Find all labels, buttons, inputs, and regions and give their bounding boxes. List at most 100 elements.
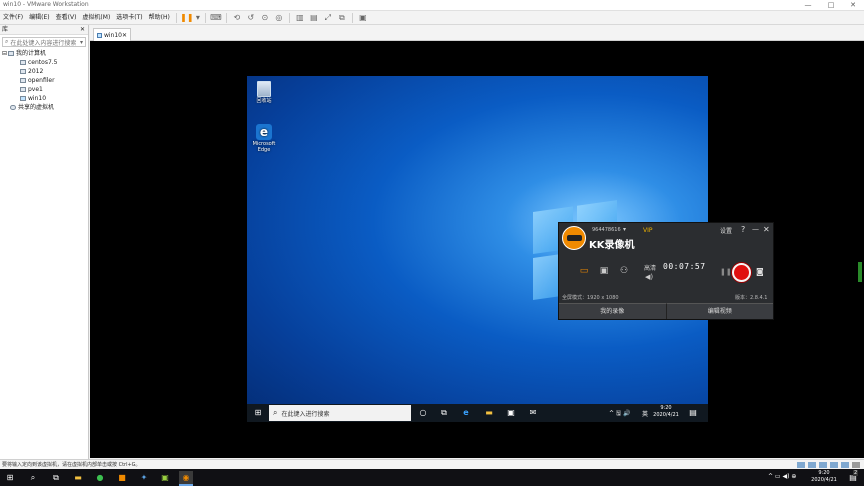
revert-snapshot-icon[interactable]: ↺: [245, 12, 257, 24]
kk-help-icon[interactable]: ?: [741, 225, 745, 234]
kk-recorder-taskbar-icon[interactable]: ◉: [179, 471, 193, 484]
display-icon[interactable]: [852, 462, 860, 468]
game-mode-icon[interactable]: ⚇: [617, 265, 631, 277]
tree-label: win10: [28, 95, 47, 102]
menu-tabs[interactable]: 选项卡(T): [113, 11, 145, 25]
task-view-icon[interactable]: ⧉: [438, 407, 450, 419]
kk-close-icon[interactable]: ✕: [763, 225, 770, 234]
tree-vm-pve1[interactable]: pve1: [2, 85, 88, 94]
vm-icon: [20, 69, 26, 74]
desktop-icon-edge[interactable]: e Microsoft Edge: [249, 124, 279, 153]
sound-icon[interactable]: [841, 462, 849, 468]
chevron-down-icon[interactable]: ▾: [195, 12, 201, 24]
edit-video-button[interactable]: 编辑视频: [666, 303, 773, 319]
window-mode-icon[interactable]: ▣: [597, 265, 611, 277]
host-clock[interactable]: 9:20 2020/4/21: [806, 470, 842, 484]
toolbar-separator: [175, 12, 177, 23]
toolbar-separator: [225, 12, 227, 23]
guest-search-box[interactable]: ⌕ 在此键入进行搜索: [269, 405, 411, 421]
kk-fullscreen-mode-info: 全屏模式：1920 x 1080: [562, 295, 619, 301]
desktop-icon-recycle-bin[interactable]: 回收站: [249, 81, 279, 104]
thumbnail-bar-icon[interactable]: ▤: [308, 12, 320, 24]
toolbar-separator: [288, 12, 290, 23]
close-library-icon[interactable]: ✕: [80, 25, 85, 35]
kk-quality[interactable]: 高清: [644, 263, 656, 272]
library-search-placeholder: 在此处键入内容进行搜索: [10, 39, 77, 47]
search-icon[interactable]: ⌕: [26, 471, 40, 484]
library-title: 库: [2, 26, 9, 33]
library-search-input[interactable]: ⌕ 在此处键入内容进行搜索 ▾: [2, 37, 86, 47]
tree-vm-openfiler[interactable]: openfiler: [2, 76, 88, 85]
record-stop-button[interactable]: [732, 263, 751, 282]
file-explorer-icon[interactable]: ▬: [483, 407, 495, 419]
input-language[interactable]: 英: [642, 409, 648, 418]
kk-minimize-icon[interactable]: —: [752, 225, 759, 233]
library-header: 库 ✕: [0, 25, 88, 35]
vm-icon: [20, 60, 26, 65]
kk-settings-link[interactable]: 设置: [720, 226, 732, 235]
cd-icon[interactable]: [808, 462, 816, 468]
fullscreen-mode-icon[interactable]: ▭: [577, 265, 591, 277]
minimize-button[interactable]: —: [797, 0, 819, 11]
side-handle[interactable]: [858, 262, 862, 282]
tree-my-computer[interactable]: ⊟ 我的计算机: [2, 49, 88, 58]
unity-icon[interactable]: ⧉: [336, 12, 348, 24]
kk-recorder-window: 964478616 ▾ VIP 设置 ? — ✕ KK录像机 ▭ ▣ ⚇ 高清 …: [558, 222, 774, 320]
tree-vm-win10[interactable]: win10: [2, 94, 88, 103]
tree-label: 共享的虚拟机: [18, 104, 55, 111]
app-icon-2[interactable]: ✦: [137, 471, 151, 484]
my-recordings-button[interactable]: 我的录像: [559, 303, 667, 319]
file-explorer-icon[interactable]: ▬: [71, 471, 85, 484]
kk-account[interactable]: 964478616: [592, 227, 621, 233]
console-view-icon[interactable]: ▣: [357, 12, 369, 24]
search-icon: ⌕: [273, 408, 278, 417]
snapshot-manager-icon[interactable]: ⊙: [259, 12, 271, 24]
speaker-icon[interactable]: ◀): [645, 273, 653, 281]
snapshot-icon[interactable]: ⟲: [231, 12, 243, 24]
mail-icon[interactable]: ✉: [527, 407, 539, 419]
tree-label: pve1: [28, 86, 43, 93]
network-icon[interactable]: [819, 462, 827, 468]
guest-taskbar: ⊞ ⌕ 在此键入进行搜索 ○ ⧉ e ▬ ▣ ✉ ^ 🖫 🔊 英 9:20 20…: [247, 404, 708, 422]
tree-vm-centos[interactable]: centos7.5: [2, 58, 88, 67]
menu-file[interactable]: 文件(F): [0, 11, 26, 25]
guest-clock[interactable]: 9:20 2020/4/21: [651, 405, 681, 419]
hdd-icon[interactable]: [797, 462, 805, 468]
store-icon[interactable]: ▣: [505, 407, 517, 419]
edge-taskbar-icon[interactable]: e: [460, 407, 472, 419]
app-icon[interactable]: ■: [115, 471, 129, 484]
notification-icon[interactable]: ▤: [687, 407, 699, 419]
tab-win10[interactable]: win10 ✕: [93, 28, 131, 41]
menu-help[interactable]: 帮助(H): [146, 11, 173, 25]
tree-label: 我的计算机: [16, 50, 47, 57]
kk-brand-title: KK录像机: [589, 240, 635, 251]
tree-vm-2012[interactable]: 2012: [2, 67, 88, 76]
kk-vip-badge[interactable]: VIP: [643, 227, 653, 234]
tree-shared-vms[interactable]: 共享的虚拟机: [2, 103, 88, 112]
maximize-button[interactable]: □: [820, 0, 842, 11]
close-tab-icon[interactable]: ✕: [122, 32, 127, 39]
full-screen-icon[interactable]: ⤢: [322, 12, 334, 24]
browser-icon[interactable]: ●: [93, 471, 107, 484]
send-keys-icon[interactable]: ⌨: [210, 12, 222, 24]
kk-logo-icon: [562, 226, 586, 250]
menu-edit[interactable]: 编辑(E): [26, 11, 52, 25]
pause-icon[interactable]: ❚❚: [180, 12, 193, 24]
windows-start-icon[interactable]: ⊞: [3, 471, 17, 484]
pause-icon[interactable]: ❚❚: [720, 268, 732, 276]
screenshot-camera-icon[interactable]: ◙: [756, 267, 764, 276]
close-button[interactable]: ✕: [842, 0, 864, 11]
chevron-down-icon[interactable]: ▾: [623, 226, 626, 233]
tray-icons[interactable]: ^ ▭ ◀) ⊕: [768, 473, 796, 480]
vmware-icon[interactable]: ▣: [158, 471, 172, 484]
snapshot-manager-2-icon[interactable]: ◎: [273, 12, 285, 24]
chevron-down-icon[interactable]: ▾: [80, 39, 83, 46]
show-library-icon[interactable]: ▥: [294, 12, 306, 24]
menu-view[interactable]: 查看(V): [53, 11, 80, 25]
usb-icon[interactable]: [830, 462, 838, 468]
tray-icons[interactable]: ^ 🖫 🔊: [609, 409, 630, 419]
cortana-icon[interactable]: ○: [417, 407, 429, 419]
task-view-icon[interactable]: ⧉: [49, 471, 63, 484]
windows-start-icon[interactable]: ⊞: [252, 407, 264, 419]
menu-vm[interactable]: 虚拟机(M): [79, 11, 113, 25]
